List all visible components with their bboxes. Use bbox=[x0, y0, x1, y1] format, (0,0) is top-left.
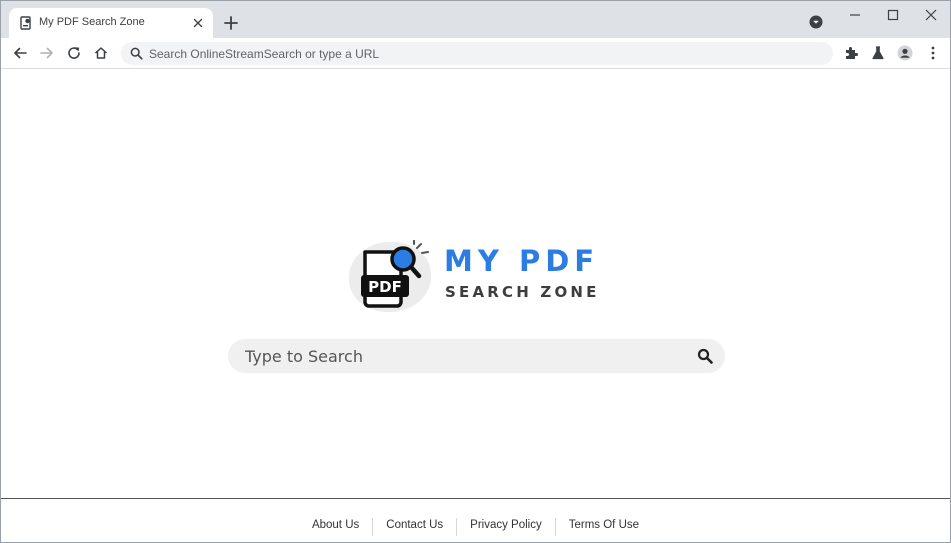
profile-avatar-icon[interactable] bbox=[897, 45, 913, 61]
privacy-policy-link[interactable]: Privacy Policy bbox=[457, 518, 555, 532]
page-content: PDF MY PDF SEARCH ZONE bbox=[1, 70, 950, 499]
forward-arrow-icon[interactable] bbox=[39, 45, 55, 61]
terms-of-use-link[interactable]: Terms Of Use bbox=[556, 518, 652, 532]
browser-toolbar bbox=[1, 38, 950, 69]
document-favicon-icon bbox=[20, 16, 31, 30]
footer-links: About Us Contact Us Privacy Policy Terms Of… bbox=[1, 517, 950, 536]
maximize-icon[interactable] bbox=[885, 7, 901, 23]
reload-icon[interactable] bbox=[66, 45, 82, 61]
address-input[interactable] bbox=[149, 45, 809, 62]
search-input[interactable] bbox=[245, 345, 675, 367]
site-logo: PDF MY PDF SEARCH ZONE bbox=[347, 236, 607, 314]
close-window-icon[interactable] bbox=[923, 7, 939, 23]
active-tab[interactable]: My PDF Search Zone bbox=[9, 8, 213, 38]
home-icon[interactable] bbox=[93, 45, 109, 61]
search-button-magnifier-icon[interactable] bbox=[697, 348, 713, 364]
pdf-magnifier-icon: PDF bbox=[361, 240, 429, 308]
browser-window: My PDF Search Zone Search OnlineStreamSe… bbox=[0, 0, 951, 543]
tab-strip: My PDF Search Zone bbox=[1, 1, 950, 38]
logo-badge-text: PDF bbox=[368, 278, 402, 296]
contact-us-link[interactable]: Contact Us bbox=[373, 518, 456, 532]
tab-title: My PDF Search Zone bbox=[39, 16, 145, 28]
logo-title: MY PDF bbox=[444, 244, 600, 278]
minimize-icon[interactable] bbox=[847, 7, 863, 23]
search-icon bbox=[130, 47, 143, 60]
address-bar[interactable] bbox=[121, 42, 833, 65]
logo-subtitle: SEARCH ZONE bbox=[445, 283, 600, 301]
extensions-puzzle-icon[interactable] bbox=[843, 45, 859, 61]
back-arrow-icon[interactable] bbox=[12, 45, 28, 61]
close-tab-icon[interactable] bbox=[191, 16, 205, 30]
labs-flask-icon[interactable] bbox=[870, 45, 886, 61]
page-footer: About Us Contact Us Privacy Policy Terms Of… bbox=[1, 498, 950, 542]
menu-kebab-icon[interactable] bbox=[925, 45, 941, 61]
about-us-link[interactable]: About Us bbox=[299, 518, 372, 532]
search-bar bbox=[228, 339, 725, 373]
tab-search-dropdown-icon[interactable] bbox=[809, 15, 823, 29]
new-tab-plus-icon[interactable] bbox=[223, 15, 239, 31]
